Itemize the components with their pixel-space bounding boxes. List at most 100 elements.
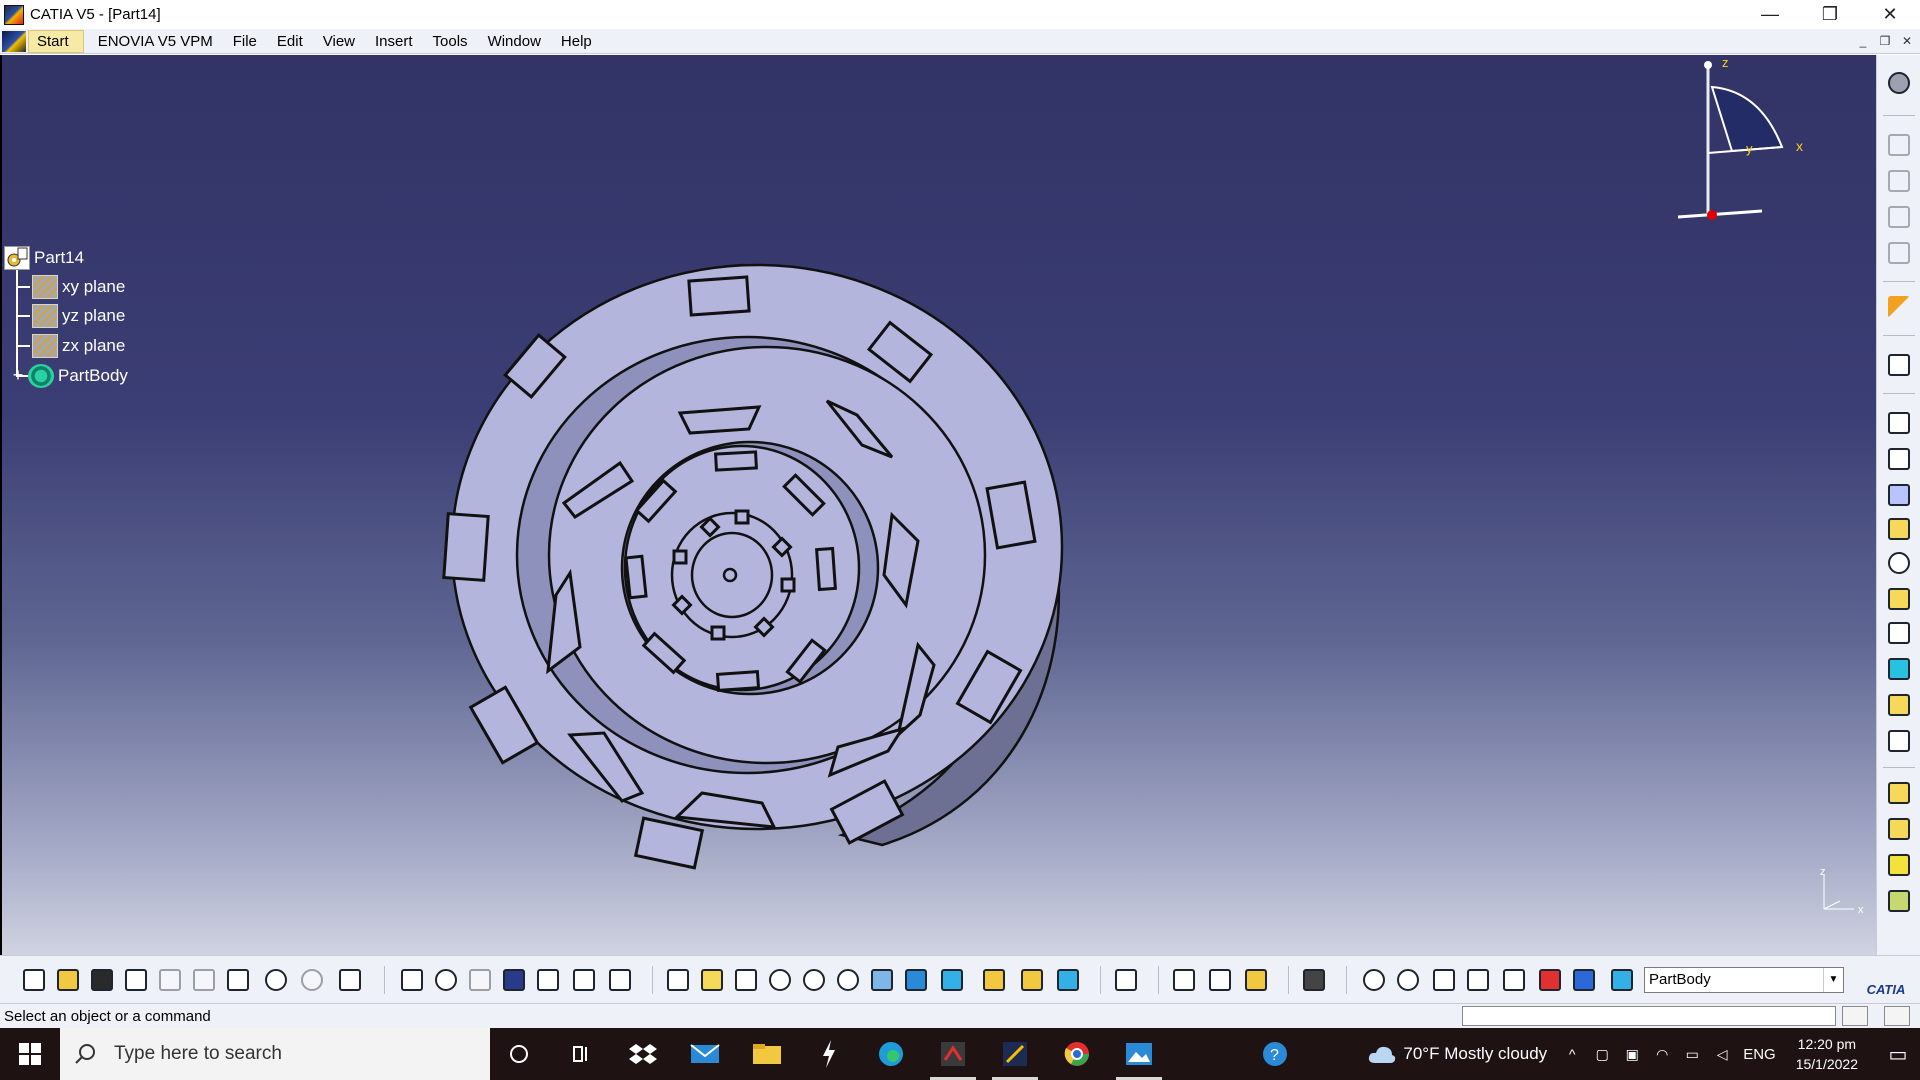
dropbox-icon[interactable] — [614, 1028, 672, 1080]
scan-icon[interactable] — [570, 966, 598, 994]
side-view-icon[interactable] — [1885, 203, 1913, 231]
save-icon[interactable] — [88, 966, 116, 994]
iso-view-icon[interactable] — [1885, 239, 1913, 267]
front-view-icon[interactable] — [1885, 167, 1913, 195]
document-minimize-button[interactable]: _ — [1852, 31, 1874, 51]
zoom-out-icon[interactable] — [834, 966, 862, 994]
tree-node-zx-plane[interactable]: zx plane — [32, 333, 125, 359]
catia-menu-logo-icon[interactable] — [2, 30, 26, 52]
apply-material-icon[interactable] — [1112, 966, 1140, 994]
language-indicator[interactable]: ENG — [1743, 1046, 1776, 1063]
menu-start[interactable]: Start — [28, 29, 84, 53]
tree-node-part[interactable]: Part14 — [4, 245, 84, 271]
paste-icon[interactable] — [224, 966, 252, 994]
sketcher-icon[interactable] — [1885, 351, 1913, 379]
restore-button[interactable]: ❐ — [1800, 0, 1860, 29]
iso-view-icon[interactable] — [938, 966, 966, 994]
menu-file[interactable]: File — [223, 29, 267, 54]
constraint-icon[interactable] — [1360, 966, 1388, 994]
mail-icon[interactable] — [676, 1028, 734, 1080]
shading-icon[interactable] — [980, 966, 1008, 994]
units-icon[interactable] — [1464, 966, 1492, 994]
redo-icon[interactable] — [298, 966, 326, 994]
snap-icon[interactable] — [1536, 966, 1564, 994]
menu-view[interactable]: View — [313, 29, 365, 54]
fit-all-icon[interactable] — [698, 966, 726, 994]
close-button[interactable]: ✕ — [1860, 0, 1920, 29]
solidworks-icon[interactable] — [924, 1028, 982, 1080]
draft-icon[interactable] — [1885, 851, 1913, 879]
list-icon[interactable] — [1570, 966, 1598, 994]
copy-icon[interactable] — [190, 966, 218, 994]
meet-now-icon[interactable]: ▢ — [1589, 1046, 1615, 1063]
hide-show-icon[interactable] — [1018, 966, 1046, 994]
menu-enovia[interactable]: ENOVIA V5 VPM — [88, 29, 223, 54]
groove-icon[interactable] — [1885, 515, 1913, 543]
file-explorer-icon[interactable] — [738, 1028, 796, 1080]
print-icon[interactable] — [122, 966, 150, 994]
axis-system-icon[interactable] — [1430, 966, 1458, 994]
shaft-icon[interactable] — [1885, 481, 1913, 509]
zoom-in-icon[interactable] — [800, 966, 828, 994]
tree-node-partbody[interactable]: + PartBody — [8, 363, 128, 389]
tree-node-yz-plane[interactable]: yz plane — [32, 303, 125, 329]
help-notification-icon[interactable]: ? — [1246, 1028, 1304, 1080]
swap-visible-space-icon[interactable] — [1054, 966, 1082, 994]
cortana-icon[interactable] — [490, 1028, 548, 1080]
minimize-button[interactable]: — — [1740, 0, 1800, 29]
document-restore-button[interactable]: ❐ — [1874, 31, 1896, 51]
knowledge-advisor-icon[interactable] — [432, 966, 460, 994]
pan-icon[interactable] — [732, 966, 760, 994]
volume-icon[interactable]: ◁ — [1709, 1046, 1735, 1063]
sphere-icon[interactable] — [1394, 966, 1422, 994]
options-gear-icon[interactable] — [1885, 69, 1913, 97]
taskbar-search-box[interactable]: Type here to search — [60, 1028, 490, 1080]
rotate-icon[interactable] — [766, 966, 794, 994]
measure-inertia-icon[interactable] — [1242, 966, 1270, 994]
slot-icon[interactable] — [1885, 619, 1913, 647]
chamfer-icon[interactable] — [1885, 815, 1913, 843]
fly-mode-icon[interactable] — [664, 966, 692, 994]
shell-icon[interactable] — [1885, 887, 1913, 915]
formula-icon[interactable] — [398, 966, 426, 994]
lock-icon[interactable] — [466, 966, 494, 994]
power-input-icon[interactable] — [1884, 1006, 1910, 1026]
task-view-icon[interactable] — [552, 1028, 610, 1080]
chrome-icon[interactable] — [1048, 1028, 1106, 1080]
app-lightning-icon[interactable] — [800, 1028, 858, 1080]
new-file-icon[interactable] — [20, 966, 48, 994]
menu-help[interactable]: Help — [551, 29, 602, 54]
notifications-icon[interactable]: ▭ — [1878, 1042, 1918, 1067]
open-folder-icon[interactable] — [54, 966, 82, 994]
screen-icon[interactable]: ▣ — [1619, 1046, 1645, 1063]
menu-edit[interactable]: Edit — [267, 29, 313, 54]
3d-grid-icon[interactable] — [1500, 966, 1528, 994]
3d-part-model[interactable] — [422, 195, 1102, 895]
whats-this-help-icon[interactable] — [336, 966, 364, 994]
capture-camera-icon[interactable] — [1300, 966, 1328, 994]
cut-icon[interactable] — [156, 966, 184, 994]
edge-browser-icon[interactable] — [862, 1028, 920, 1080]
stiffener-icon[interactable] — [1885, 655, 1913, 683]
normal-view-icon[interactable] — [868, 966, 896, 994]
define-in-work-object-icon[interactable] — [1608, 966, 1636, 994]
windows-start-button[interactable] — [0, 1028, 60, 1080]
status-button[interactable] — [1842, 1006, 1868, 1026]
remove-loft-icon[interactable] — [1885, 727, 1913, 755]
rib-icon[interactable] — [1885, 585, 1913, 613]
hole-icon[interactable] — [1885, 549, 1913, 577]
measure-between-icon[interactable] — [1170, 966, 1198, 994]
top-view-icon[interactable] — [1885, 131, 1913, 159]
pad-icon[interactable] — [1885, 409, 1913, 437]
select-arrow-icon[interactable] — [1885, 293, 1913, 321]
expand-plus-icon[interactable]: + — [8, 366, 28, 386]
edge-fillet-icon[interactable] — [1885, 779, 1913, 807]
chevron-up-icon[interactable]: ^ — [1559, 1046, 1585, 1062]
undo-icon[interactable] — [262, 966, 290, 994]
current-body-select[interactable]: PartBody ▼ — [1644, 967, 1844, 993]
wifi-icon[interactable]: ◠ — [1649, 1046, 1675, 1063]
measure-item-icon[interactable] — [1206, 966, 1234, 994]
weather-widget[interactable]: 70°F Mostly cloudy — [1367, 1043, 1547, 1065]
catia-taskbar-icon[interactable] — [986, 1028, 1044, 1080]
update-icon[interactable] — [606, 966, 634, 994]
